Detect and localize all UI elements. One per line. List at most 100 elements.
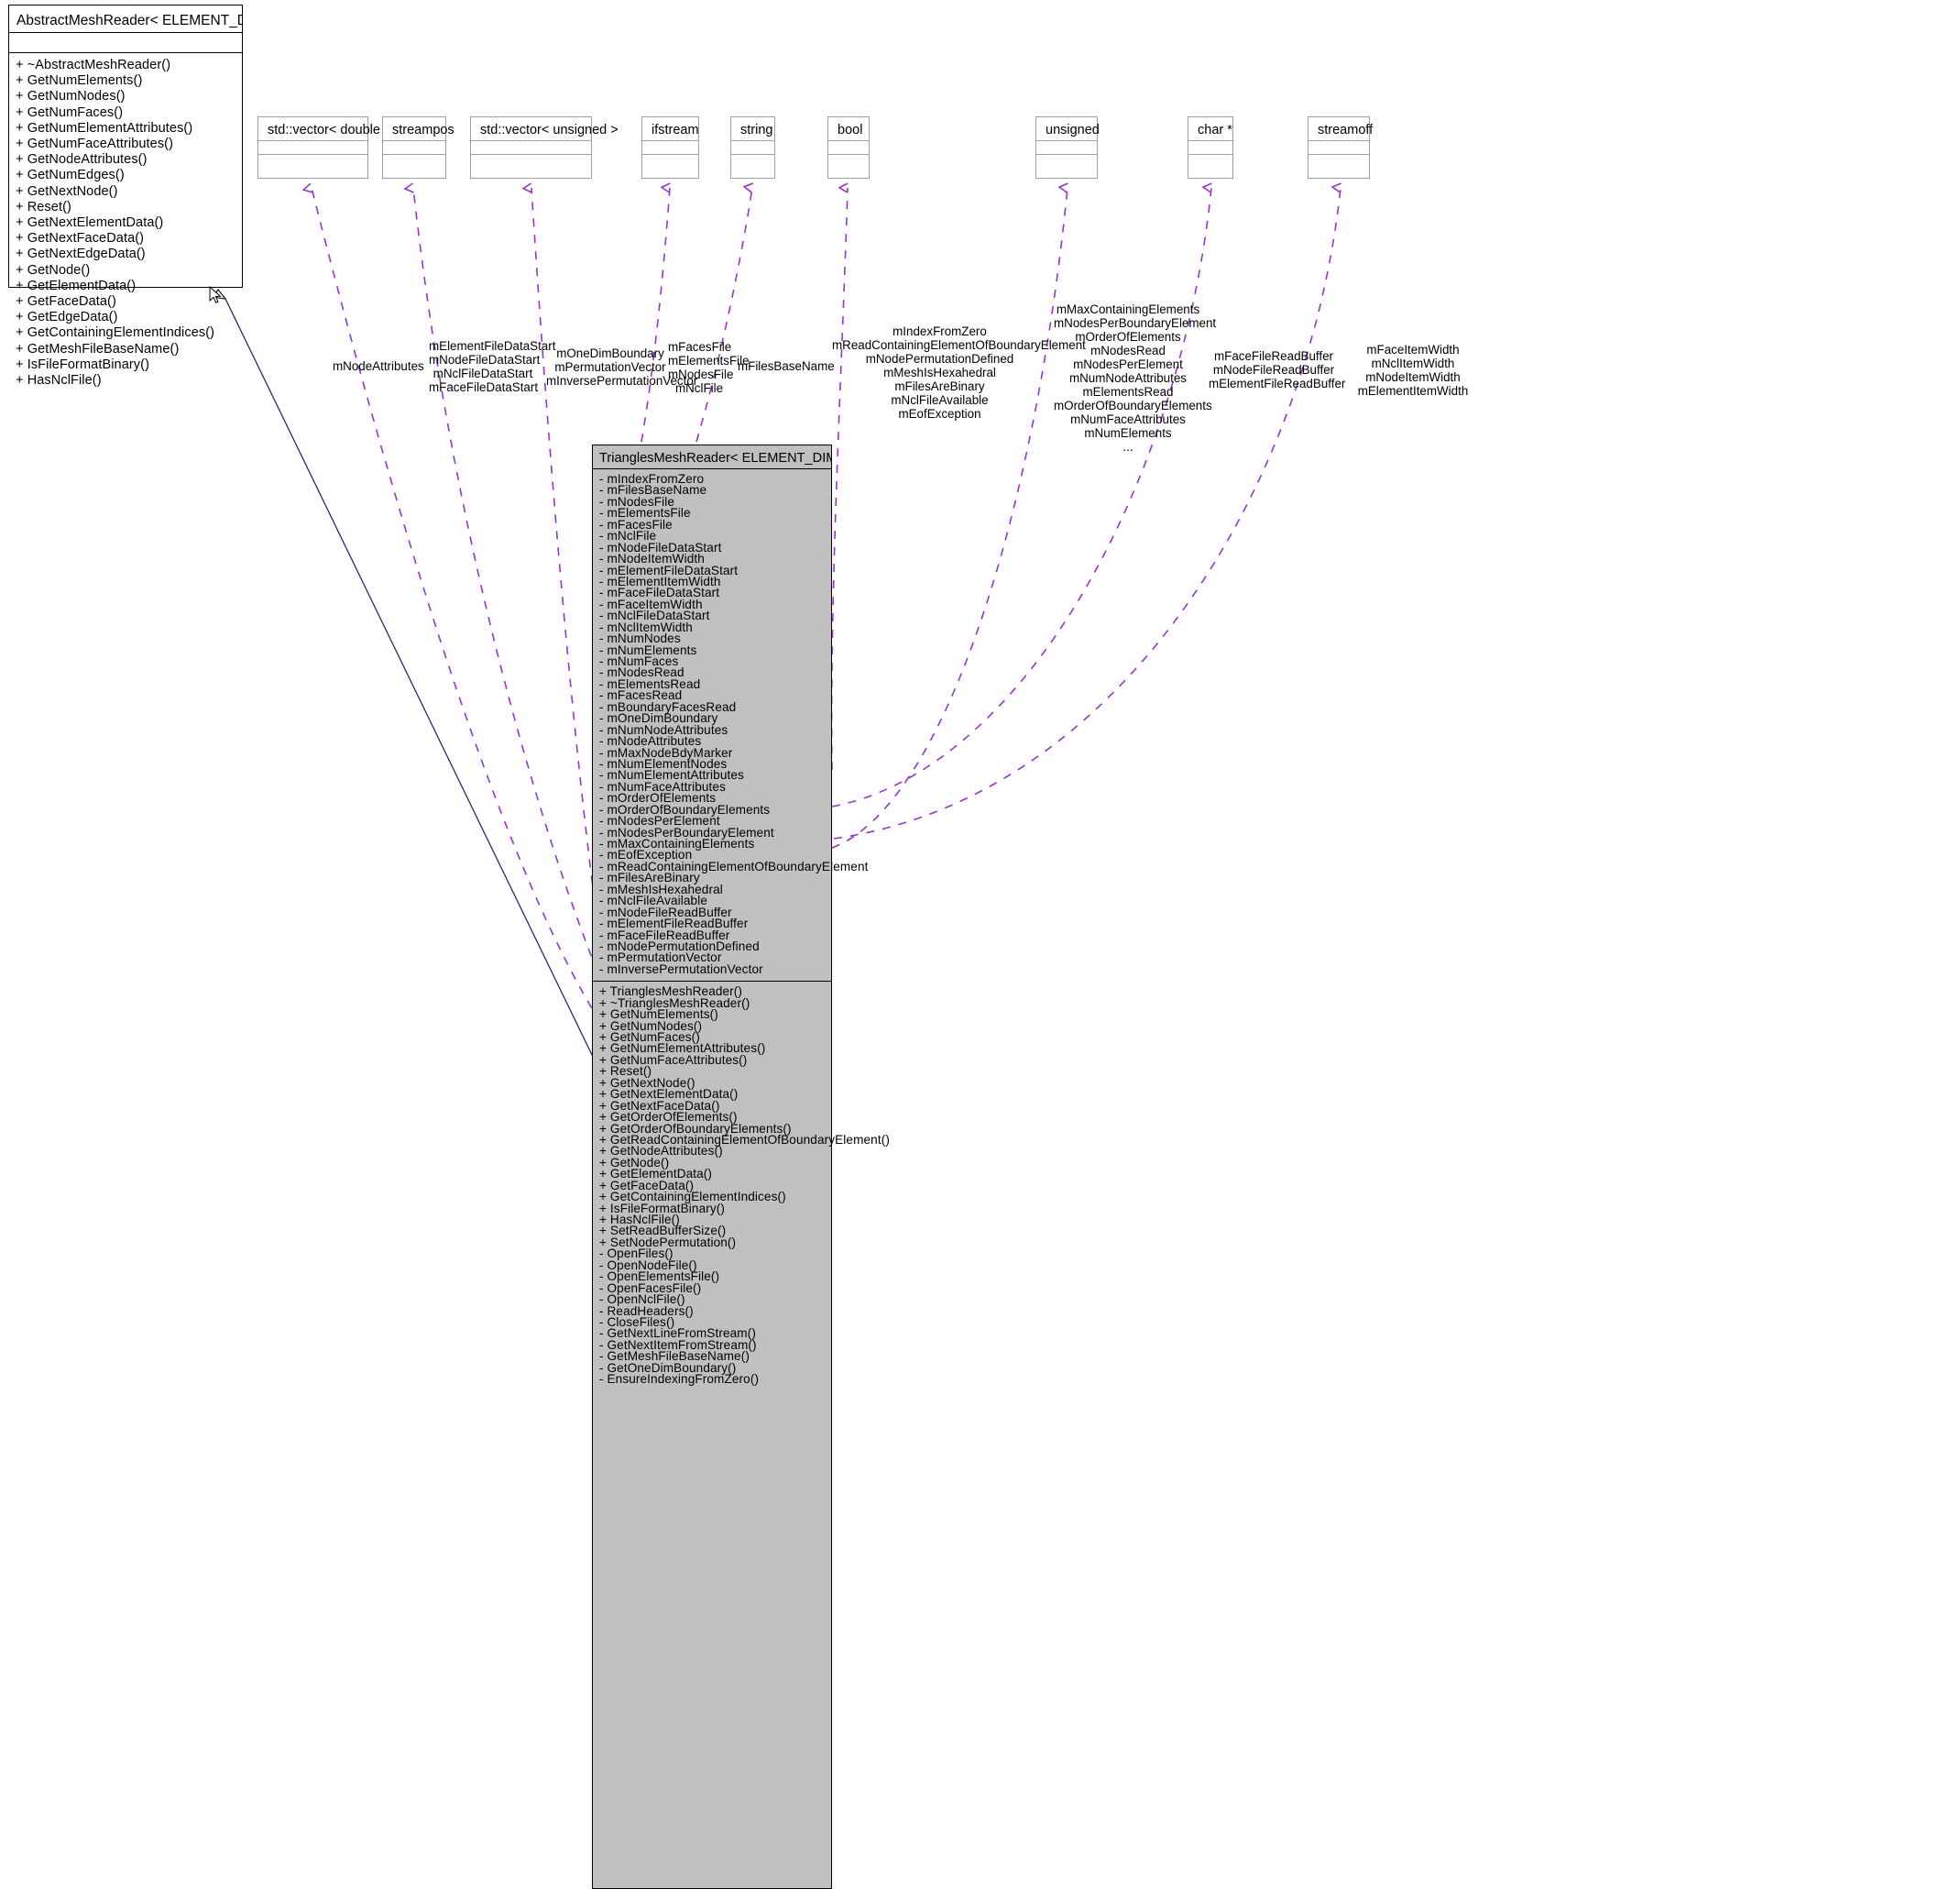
- type-box-ifstream[interactable]: ifstream: [641, 116, 699, 179]
- class-member-method: + GetNextEdgeData(): [16, 247, 146, 262]
- edge-label-line: mNodesRead: [1090, 344, 1166, 357]
- type-box-compartment-mid: [642, 141, 698, 155]
- type-box-label: streamoff: [1308, 117, 1373, 141]
- edge-label-line: mFaceFileReadBuffer: [1214, 349, 1333, 363]
- type-box-string[interactable]: string: [730, 116, 775, 179]
- edge-layer: [212, 0, 1960, 1060]
- edge-label-line: mNclItemWidth: [1371, 357, 1455, 370]
- type-box-label: ifstream: [642, 117, 699, 141]
- type-box-vector-unsigned[interactable]: std::vector< unsigned >: [470, 116, 619, 179]
- type-box-unsigned[interactable]: unsigned: [1035, 116, 1100, 179]
- edge-label-line: mElementsRead: [1082, 385, 1174, 399]
- type-box-label: string: [731, 117, 774, 141]
- edge-label-line: mElementFileDataStart: [429, 339, 556, 353]
- type-box-compartment-bottom: [1188, 155, 1232, 169]
- edge-label-line: mFilesBaseName: [738, 359, 835, 373]
- type-box-compartment-bottom: [471, 155, 591, 169]
- type-box-compartment-mid: [828, 141, 869, 155]
- class-member-method: - EnsureIndexingFromZero(): [599, 1372, 760, 1387]
- class-member-method: + GetNodeAttributes(): [16, 152, 148, 168]
- class-member-method: + GetNumElements(): [16, 73, 143, 89]
- edge-label-line: mNodeAttributes: [333, 359, 424, 373]
- class-member-method: + GetNode(): [16, 262, 91, 278]
- type-box-label: std::vector< unsigned >: [471, 117, 619, 141]
- edge-label-line: mEofException: [898, 407, 981, 421]
- type-box-compartment-bottom: [642, 155, 698, 169]
- edge-label-ifstream-fields: mFacesFile mElementsFile mNodesFile mNclFil…: [668, 340, 750, 395]
- type-box-compartment-mid: [383, 141, 445, 155]
- edge-label-node-attributes: mNodeAttributes: [333, 359, 424, 373]
- type-box-compartment-mid: [258, 141, 367, 155]
- edge-label-line: mNodeItemWidth: [1365, 370, 1461, 384]
- edge-label-line: mMeshIsHexahedral: [883, 366, 996, 379]
- class-member-method: + GetNextNode(): [16, 183, 118, 199]
- edge-label-vector-unsigned-fields: mOneDimBoundary mPermutationVector mInvers…: [546, 346, 698, 388]
- attributes-compartment-derived: - mIndexFromZero - mFilesBaseName - mNodes…: [593, 469, 868, 982]
- attributes-compartment-abstract: [9, 33, 242, 52]
- type-box-compartment-mid: [1188, 141, 1232, 155]
- class-member-method: + GetNumElementAttributes(): [16, 120, 193, 136]
- edge-label-line: mNumNodeAttributes: [1068, 371, 1187, 385]
- edge-label-line: mIndexFromZero: [892, 324, 987, 338]
- class-member-method: + GetElementData(): [16, 278, 137, 293]
- class-member-method: + ~AbstractMeshReader(): [16, 58, 171, 72]
- type-box-compartment-mid: [1036, 141, 1097, 155]
- class-member-attribute: - mInversePermutationVector: [599, 961, 763, 976]
- type-box-compartment-mid: [731, 141, 774, 155]
- uml-diagram-canvas: AbstractMeshReader< ELEMENT_DIM, SPACE_D…: [0, 0, 1960, 1889]
- methods-compartment-abstract: + ~AbstractMeshReader() + GetNumElements(…: [9, 53, 242, 394]
- type-box-compartment-bottom: [828, 155, 869, 169]
- inheritance-edge: [212, 289, 595, 1060]
- edge-label-streampos-fields: mElementFileDataStart mNodeFileDataStart m…: [429, 339, 556, 394]
- type-box-label: unsigned: [1036, 117, 1100, 141]
- class-title-abstract-mesh-reader: AbstractMeshReader< ELEMENT_DIM, SPACE_D…: [16, 13, 242, 28]
- class-member-method: + GetEdgeData(): [16, 310, 118, 325]
- edge-label-line: mNumElements: [1084, 426, 1172, 440]
- class-member-method: + GetFaceData(): [16, 294, 116, 310]
- edge-label-streamoff-fields: mFaceItemWidth mNclItemWidth mNodeItemWidt…: [1349, 343, 1477, 398]
- type-box-char-pointer[interactable]: char *: [1188, 116, 1233, 179]
- class-member-method: + GetNumNodes(): [16, 89, 126, 104]
- edge-label-line: mMaxContainingElements: [1056, 302, 1200, 316]
- edge-label-line: mNumFaceAttributes: [1070, 412, 1186, 426]
- edge-label-line: mNodePermutationDefined: [865, 352, 1014, 366]
- class-member-method: + HasNclFile(): [16, 373, 102, 389]
- edge-label-line: mElementFileReadBuffer: [1209, 377, 1346, 390]
- type-box-compartment-mid: [1308, 141, 1369, 155]
- type-box-label: std::vector< double >: [258, 117, 391, 141]
- type-box-compartment-bottom: [383, 155, 445, 169]
- class-member-method: + GetNextElementData(): [16, 215, 164, 231]
- edge-label-line: mFaceFileDataStart: [429, 380, 539, 394]
- methods-compartment-derived: + TrianglesMeshReader() + ~TrianglesMeshR…: [593, 982, 890, 1391]
- type-box-compartment-mid: [471, 141, 591, 155]
- type-box-label: streampos: [383, 117, 454, 141]
- edge-label-line: mNclFileAvailable: [891, 393, 989, 407]
- class-member-method: + GetNumFaces(): [16, 104, 124, 120]
- edge-label-line: mReadContainingElementOfBoundaryElement: [832, 338, 1086, 352]
- class-member-method: + GetNextFaceData(): [16, 231, 145, 247]
- edge-label-char-pointer-fields: mFaceFileReadBuffer mNodeFileReadBuffer mE…: [1209, 349, 1346, 390]
- edge-label-files-base-name: mFilesBaseName: [738, 359, 835, 373]
- mouse-cursor-icon: [209, 286, 222, 303]
- class-box-abstract-mesh-reader[interactable]: AbstractMeshReader< ELEMENT_DIM, SPACE_D…: [8, 5, 243, 388]
- class-member-method: + GetNumFaceAttributes(): [16, 137, 174, 152]
- type-box-bool[interactable]: bool: [827, 116, 870, 179]
- edge-label-line: mFaceItemWidth: [1366, 343, 1460, 357]
- type-box-compartment-bottom: [1308, 155, 1369, 169]
- type-box-label: bool: [828, 117, 869, 141]
- edge-label-line: mNodesPerBoundaryElement: [1054, 316, 1217, 330]
- type-box-streampos[interactable]: streampos: [382, 116, 454, 179]
- edge-label-line: mFilesAreBinary: [894, 379, 985, 393]
- edge-label-bool-fields: mIndexFromZero mReadContainingElementOfBo…: [832, 324, 1086, 421]
- type-box-compartment-bottom: [731, 155, 774, 169]
- edge-label-line: mNodesFile: [668, 368, 734, 381]
- edge-label-line: mPermutationVector: [554, 360, 666, 374]
- edge-label-line: mNclFile: [674, 381, 724, 395]
- edge-label-line: mInversePermutationVector: [546, 374, 698, 388]
- type-box-streamoff[interactable]: streamoff: [1308, 116, 1373, 179]
- type-box-vector-double[interactable]: std::vector< double >: [257, 116, 391, 179]
- class-member-method: + GetMeshFileBaseName(): [16, 341, 180, 357]
- class-box-triangles-mesh-reader[interactable]: TrianglesMeshReader< ELEMENT_DIM, SPACE_…: [592, 445, 890, 1889]
- edge-label-line: mNclFileDataStart: [433, 367, 533, 380]
- edge-label-line: mNodeFileDataStart: [429, 353, 541, 367]
